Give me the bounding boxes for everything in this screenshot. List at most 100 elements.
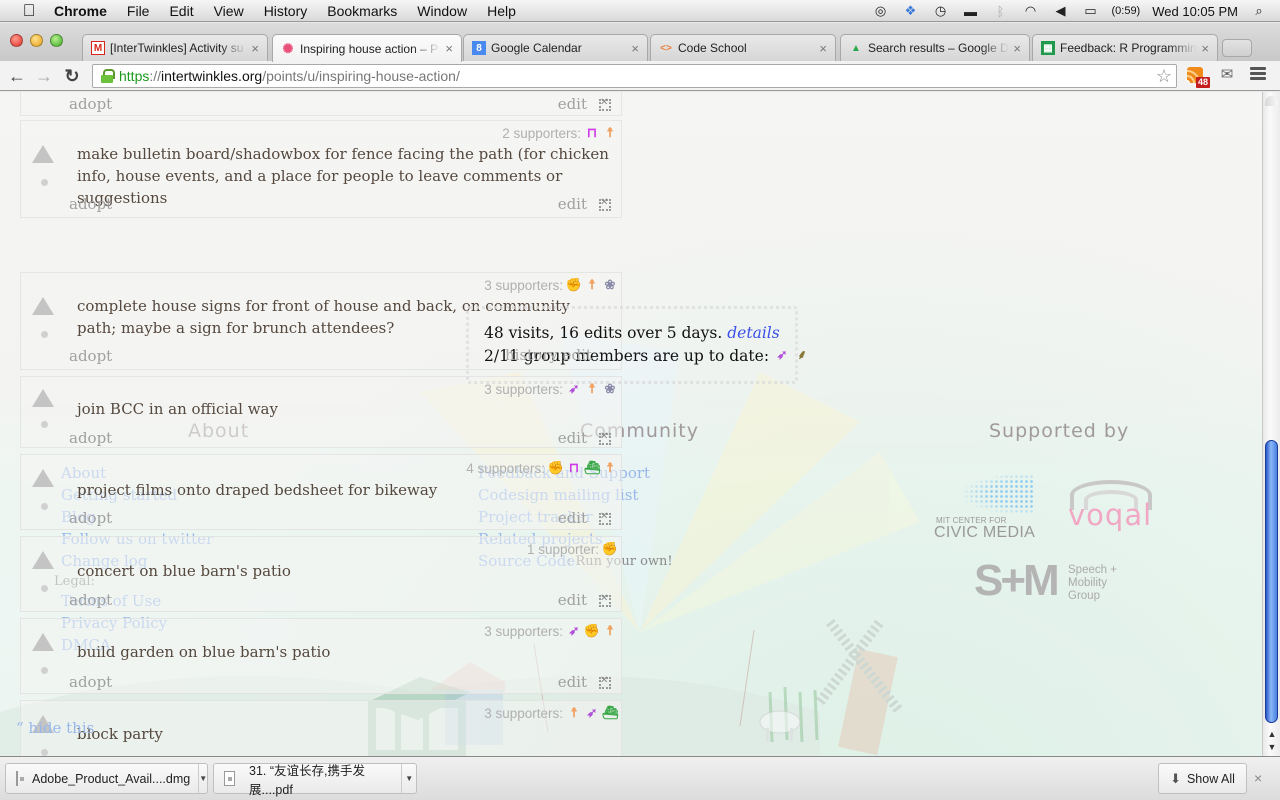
- tab-close-icon[interactable]: ×: [445, 41, 453, 56]
- adopt-link[interactable]: adopt: [69, 347, 112, 365]
- menu-edit[interactable]: Edit: [169, 3, 193, 19]
- close-downloads-bar-icon[interactable]: ×: [1254, 770, 1262, 786]
- boat-icon: ⛴: [601, 705, 619, 720]
- tab-gmail[interactable]: M [InterTwinkles] Activity su ×: [82, 34, 268, 61]
- hide-footer-link[interactable]: “ hide this: [16, 719, 94, 737]
- tab-google-drive-search[interactable]: ▲ Search results – Google D ×: [840, 34, 1030, 61]
- tab-close-icon[interactable]: ×: [631, 41, 639, 56]
- supporters-label: 3 supporters:: [484, 705, 563, 721]
- back-button[interactable]: ←: [7, 66, 27, 86]
- adopt-link[interactable]: adopt: [69, 509, 112, 527]
- stats-details-link[interactable]: details: [727, 324, 779, 342]
- apple-menu-icon[interactable]: : [20, 1, 38, 20]
- menu-window[interactable]: Window: [417, 3, 467, 19]
- point-text: block party: [77, 725, 163, 743]
- logo-mit-civic-media[interactable]: MIT CENTER FOR CIVIC MEDIA: [934, 474, 1044, 544]
- forward-button[interactable]: →: [34, 66, 54, 86]
- bird-icon: ➶: [568, 623, 580, 638]
- upvote-arrow-icon[interactable]: [32, 551, 54, 569]
- menu-view[interactable]: View: [214, 3, 244, 19]
- vote-dot-icon[interactable]: [41, 331, 48, 338]
- spotlight-icon[interactable]: ⌕: [1250, 3, 1268, 19]
- upvote-arrow-icon[interactable]: [32, 389, 54, 407]
- bookmark-star-icon[interactable]: ☆: [1156, 66, 1172, 87]
- menu-bookmarks[interactable]: Bookmarks: [327, 3, 397, 19]
- expand-icon[interactable]: [599, 197, 611, 211]
- logo-speech-mobility[interactable]: S+M Speech + Mobility Group: [974, 556, 1124, 612]
- expand-icon[interactable]: [599, 675, 611, 689]
- upvote-arrow-icon[interactable]: [32, 145, 54, 163]
- clock[interactable]: Wed 10:05 PM: [1152, 4, 1238, 19]
- adopt-link[interactable]: adopt: [69, 429, 112, 447]
- tab-close-icon[interactable]: ×: [251, 41, 259, 56]
- vertical-scrollbar[interactable]: ▲ ▼: [1262, 92, 1280, 756]
- chrome-menu-icon[interactable]: [1250, 67, 1266, 83]
- show-all-downloads-button[interactable]: ⬇ Show All: [1158, 763, 1247, 794]
- mail-extension-icon[interactable]: ✉: [1216, 65, 1238, 87]
- vote-dot-icon[interactable]: [41, 749, 48, 756]
- dropbox-icon[interactable]: ❖: [901, 3, 919, 19]
- scroll-up-arrow-icon[interactable]: ▲: [1266, 728, 1278, 740]
- zoom-window-button[interactable]: [50, 34, 63, 47]
- download-menu-arrow-icon[interactable]: ▼: [198, 764, 207, 793]
- expand-icon[interactable]: [599, 511, 611, 525]
- vote-dot-icon[interactable]: [41, 585, 48, 592]
- tab-close-icon[interactable]: ×: [819, 41, 827, 56]
- upvote-arrow-icon[interactable]: [32, 297, 54, 315]
- vote-dot-icon[interactable]: [41, 667, 48, 674]
- scroll-thumb[interactable]: [1265, 440, 1278, 723]
- growl-icon[interactable]: ◎: [871, 3, 889, 19]
- vote-dot-icon[interactable]: [41, 179, 48, 186]
- tab-code-school[interactable]: <> Code School ×: [650, 34, 836, 61]
- vote-dot-icon[interactable]: [41, 421, 48, 428]
- tab-google-calendar[interactable]: 8 Google Calendar ×: [463, 34, 648, 61]
- display-icon[interactable]: ▬: [961, 3, 979, 19]
- download-menu-arrow-icon[interactable]: ▼: [401, 764, 416, 793]
- battery-icon[interactable]: ▭: [1081, 3, 1099, 19]
- adopt-link[interactable]: adopt: [69, 591, 112, 609]
- scroll-down-arrow-icon[interactable]: ▼: [1266, 741, 1278, 753]
- expand-icon[interactable]: [599, 431, 611, 445]
- tab-feedback-r-programming[interactable]: ▦ Feedback: R Programming ×: [1032, 34, 1218, 61]
- logo-voqal[interactable]: voqal: [1066, 480, 1156, 540]
- edit-link[interactable]: edit: [558, 673, 587, 691]
- menu-file[interactable]: File: [127, 3, 150, 19]
- time-machine-icon[interactable]: ◷: [931, 3, 949, 19]
- expand-icon[interactable]: [599, 97, 611, 111]
- tab-inspiring-house-action[interactable]: ✺ Inspiring house action – P ×: [272, 34, 462, 62]
- gmail-icon: M: [91, 41, 105, 55]
- history-edit-ghost[interactable]: history edit: [505, 346, 592, 364]
- reload-button[interactable]: ↻: [62, 66, 82, 86]
- edit-link[interactable]: edit: [558, 95, 587, 113]
- edit-link[interactable]: edit: [558, 509, 587, 527]
- menu-history[interactable]: History: [264, 3, 308, 19]
- minimize-window-button[interactable]: [30, 34, 43, 47]
- upvote-arrow-icon[interactable]: [32, 633, 54, 651]
- download-item[interactable]: 31. “友谊长存,携手发展....pdf ▼: [213, 763, 417, 797]
- bluetooth-icon[interactable]: ᛒ: [991, 3, 1009, 19]
- upvote-arrow-icon[interactable]: [32, 469, 54, 487]
- wifi-icon[interactable]: ◠: [1021, 3, 1039, 19]
- tab-close-icon[interactable]: ×: [1201, 41, 1209, 56]
- history-link[interactable]: history: [505, 346, 558, 364]
- history-edit-link[interactable]: edit: [563, 346, 592, 364]
- address-bar[interactable]: https://intertwinkles.org/points/u/inspi…: [92, 64, 1177, 88]
- point-card: 4 supporters: ✊ ⊓ ⛴ ☨ project films onto…: [20, 454, 622, 530]
- close-window-button[interactable]: [10, 34, 23, 47]
- adopt-link[interactable]: adopt: [69, 195, 112, 213]
- menu-app-name[interactable]: Chrome: [54, 3, 107, 19]
- tab-close-icon[interactable]: ×: [1013, 41, 1021, 56]
- edit-link[interactable]: edit: [558, 591, 587, 609]
- vote-dot-icon[interactable]: [41, 503, 48, 510]
- edit-link[interactable]: edit: [558, 429, 587, 447]
- download-item[interactable]: Adobe_Product_Avail....dmg ▼: [5, 763, 208, 794]
- volume-icon[interactable]: ◀: [1051, 3, 1069, 19]
- rss-extension-button[interactable]: 48: [1186, 65, 1211, 88]
- adopt-link[interactable]: adopt: [69, 673, 112, 691]
- adopt-link[interactable]: adopt: [69, 95, 112, 113]
- new-tab-button[interactable]: [1222, 39, 1252, 57]
- edit-link[interactable]: edit: [558, 195, 587, 213]
- point-card: 3 supporters: ➶ ✊ ☨ build garden on blue…: [20, 618, 622, 694]
- expand-icon[interactable]: [599, 593, 611, 607]
- menu-help[interactable]: Help: [487, 3, 516, 19]
